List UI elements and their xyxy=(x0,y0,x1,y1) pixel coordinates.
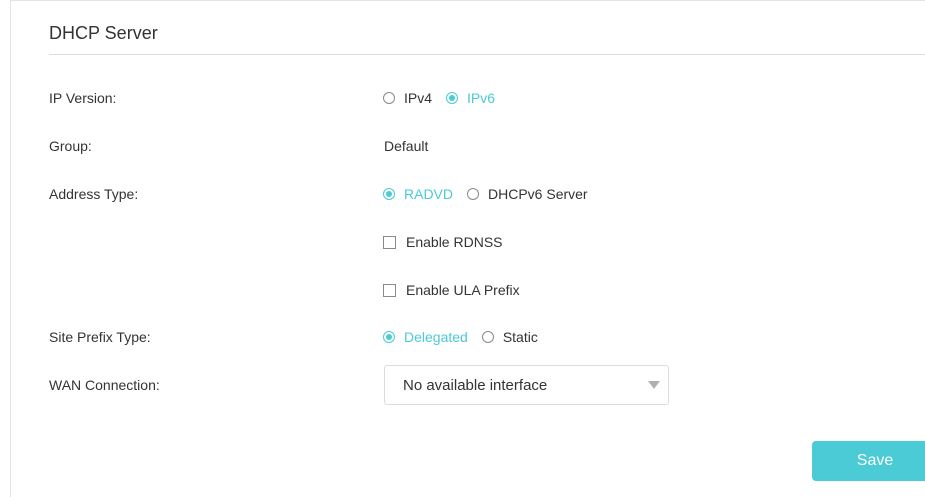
enable-rdnss-label: Enable RDNSS xyxy=(406,234,503,250)
radio-icon[interactable] xyxy=(481,331,494,343)
section-title: DHCP Server xyxy=(49,23,158,43)
radio-icon[interactable] xyxy=(467,188,480,200)
radio-selected-icon[interactable] xyxy=(383,188,395,200)
enable-rdnss-checkbox[interactable]: Enable RDNSS xyxy=(383,234,503,250)
site-prefix-type-radio-group: Delegated Static xyxy=(383,329,552,345)
checkbox-icon[interactable] xyxy=(383,235,396,249)
enable-ula-prefix-label: Enable ULA Prefix xyxy=(406,282,520,298)
radvd-radio-option[interactable]: RADVD xyxy=(383,186,453,202)
checkbox-icon[interactable] xyxy=(383,283,396,297)
save-button[interactable]: Save xyxy=(812,441,925,481)
static-radio-label: Static xyxy=(502,329,538,345)
title-divider xyxy=(49,54,925,55)
site-prefix-type-label: Site Prefix Type: xyxy=(49,329,151,345)
radio-icon[interactable] xyxy=(383,92,395,104)
group-value: Default xyxy=(384,138,429,154)
ipv4-radio-label: IPv4 xyxy=(404,90,433,106)
wan-connection-selected-value: No available interface xyxy=(403,376,548,394)
enable-ula-prefix-checkbox[interactable]: Enable ULA Prefix xyxy=(383,282,520,298)
enable-rdnss-checkbox-row: Enable RDNSS xyxy=(383,234,517,250)
radio-selected-icon[interactable] xyxy=(383,331,395,343)
ipv6-radio-label: IPv6 xyxy=(467,90,496,106)
caret-down-icon[interactable] xyxy=(648,381,660,389)
dhcp-server-panel: DHCP Server IP Version: IPv4 IPv6 Group:… xyxy=(10,0,925,497)
dhcpv6-server-radio-option[interactable]: DHCPv6 Server xyxy=(467,186,588,202)
radio-selected-icon[interactable] xyxy=(446,92,459,104)
address-type-radio-group: RADVD DHCPv6 Server xyxy=(383,186,602,202)
dhcpv6-server-radio-label: DHCPv6 Server xyxy=(488,186,588,202)
enable-ula-prefix-checkbox-row: Enable ULA Prefix xyxy=(383,282,534,298)
ipv6-radio-option[interactable]: IPv6 xyxy=(446,90,495,106)
group-label: Group: xyxy=(49,138,92,154)
ip-version-label: IP Version: xyxy=(49,90,117,106)
radvd-radio-label: RADVD xyxy=(404,186,454,202)
wan-connection-label: WAN Connection: xyxy=(49,377,160,393)
static-radio-option[interactable]: Static xyxy=(481,329,538,345)
ip-version-radio-group: IPv4 IPv6 xyxy=(383,90,509,106)
ipv4-radio-option[interactable]: IPv4 xyxy=(383,90,432,106)
wan-connection-select[interactable]: No available interface xyxy=(384,365,669,405)
delegated-radio-option[interactable]: Delegated xyxy=(383,329,468,345)
address-type-label: Address Type: xyxy=(49,186,139,202)
delegated-radio-label: Delegated xyxy=(404,329,468,345)
